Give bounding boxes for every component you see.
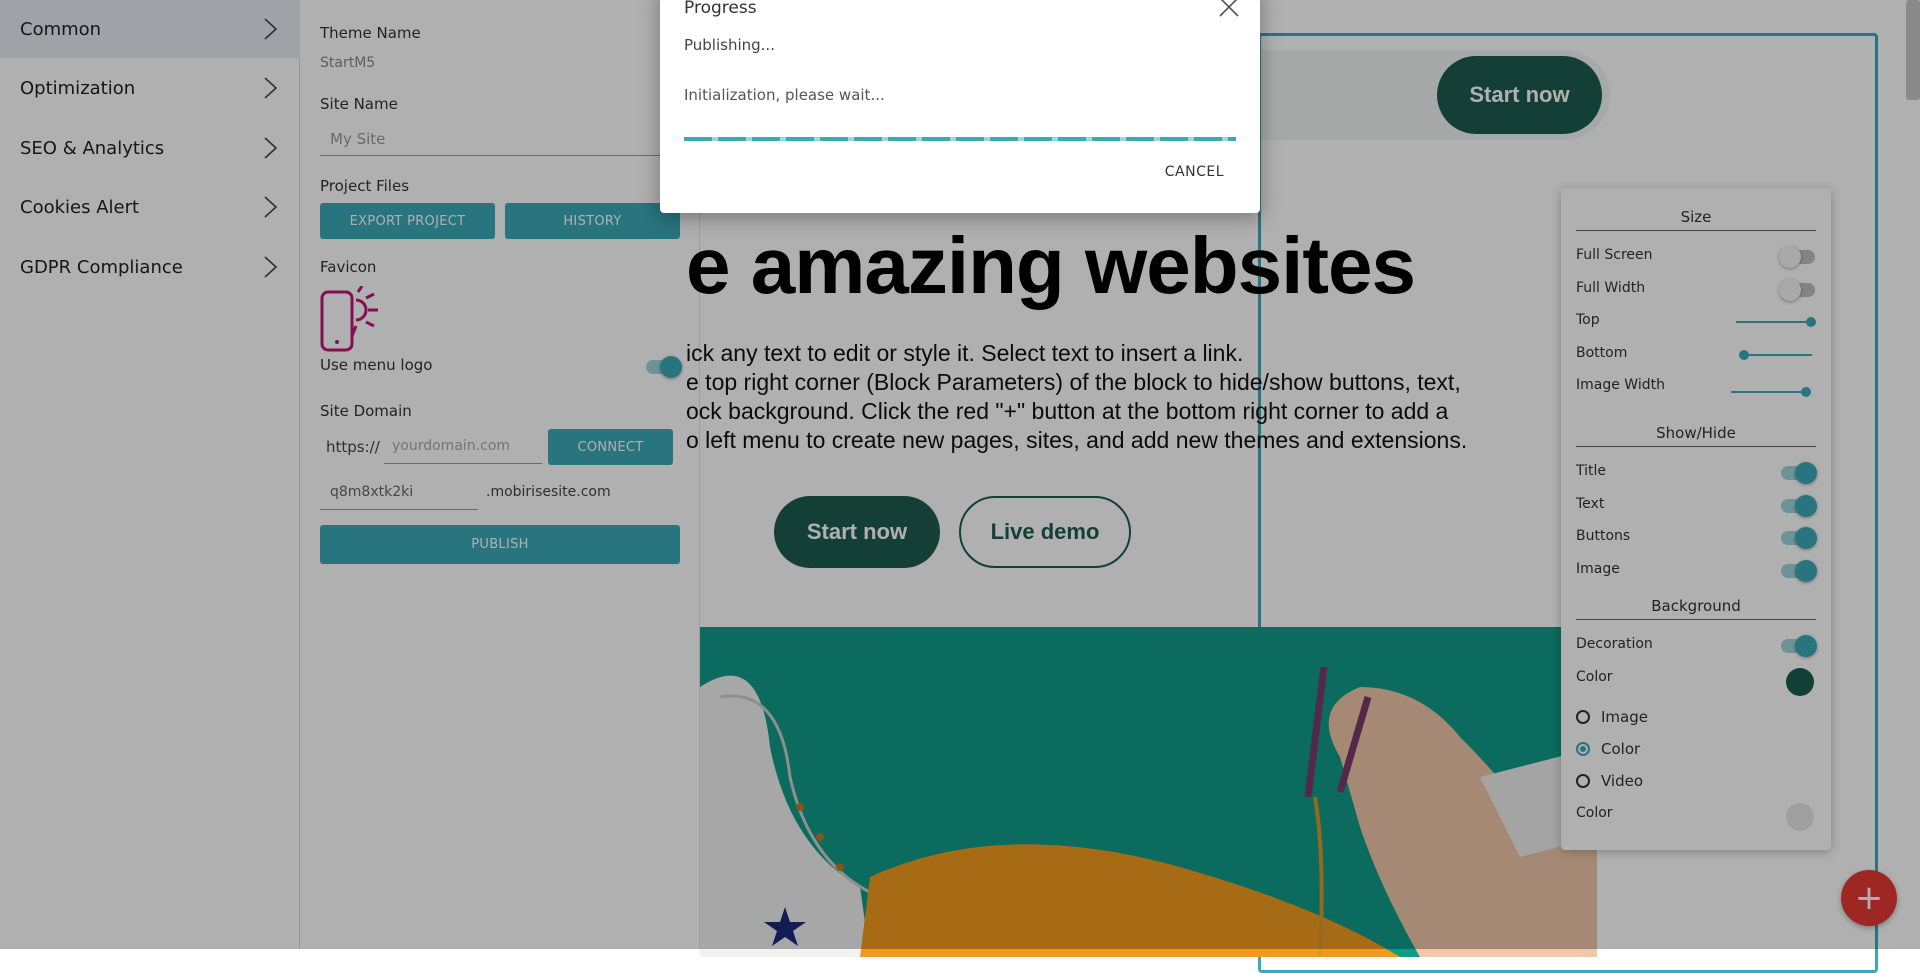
dialog-message: Publishing... [684,36,775,54]
cancel-button[interactable]: CANCEL [1165,164,1224,180]
close-icon[interactable] [1218,0,1240,18]
dialog-status: Initialization, please wait... [684,86,885,104]
progress-bar [684,137,1236,141]
progress-dialog: Progress Publishing... Initialization, p… [660,0,1260,213]
dialog-title: Progress [684,0,757,18]
